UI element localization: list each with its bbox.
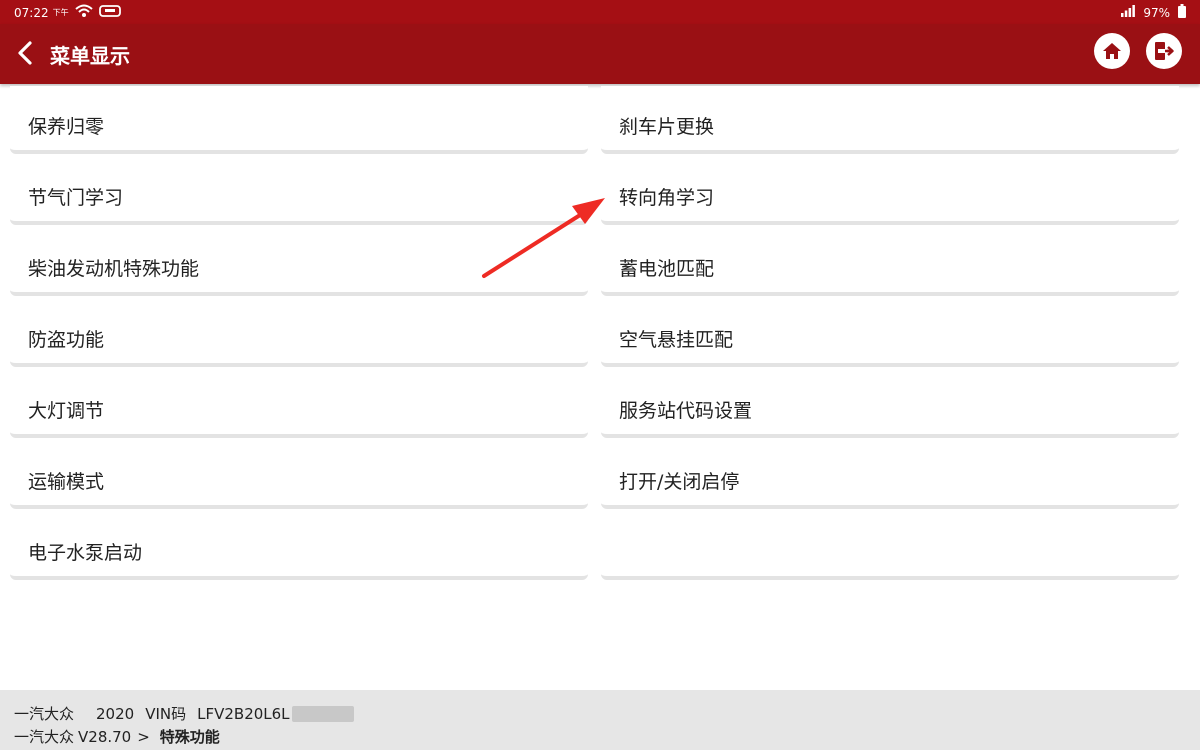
menu-item-air-suspension[interactable]: 空气悬挂匹配	[601, 299, 1179, 367]
menu-item-label: 防盗功能	[28, 329, 105, 351]
chevron-left-icon	[18, 41, 32, 65]
menu-item-label: 节气门学习	[28, 187, 124, 209]
breadcrumb-brand: 一汽大众	[14, 728, 75, 746]
breadcrumb-current: 特殊功能	[159, 728, 220, 746]
signal-icon	[1121, 5, 1136, 20]
home-button[interactable]	[1094, 33, 1130, 69]
menu-item-transport-mode[interactable]: 运输模式	[10, 441, 588, 509]
page-title: 菜单显示	[50, 44, 130, 68]
menu-item-brake-pad-replace[interactable]: 刹车片更换	[601, 86, 1179, 154]
breadcrumb-version: V28.70	[78, 727, 132, 746]
status-ampm: 下午	[52, 8, 69, 17]
battery-percent: 97%	[1143, 5, 1170, 20]
menu-item-label: 转向角学习	[619, 187, 715, 209]
menu-item-label: 柴油发动机特殊功能	[28, 258, 200, 280]
breadcrumb: 一汽大众 V28.70 > 特殊功能	[14, 726, 220, 747]
battery-icon	[1178, 4, 1186, 21]
menu-item-diesel-special[interactable]: 柴油发动机特殊功能	[10, 228, 588, 296]
menu-item-label: 运输模式	[28, 471, 105, 493]
vehicle-info-footer: 一汽大众 2020 VIN码 LFV2B20L6L 一汽大众 V28.70 > …	[0, 690, 1200, 750]
menu-item-label: 打开/关闭启停	[619, 471, 740, 493]
menu-item-service-station-code[interactable]: 服务站代码设置	[601, 370, 1179, 438]
menu-item-label: 蓄电池匹配	[619, 258, 715, 280]
menu-item-maintenance-reset[interactable]: 保养归零	[10, 86, 588, 154]
exit-icon	[1155, 42, 1174, 60]
footer-vin: LFV2B20L6L	[197, 704, 290, 723]
menu-item-label: 大灯调节	[28, 400, 105, 422]
menu-item-immobilizer[interactable]: 防盗功能	[10, 299, 588, 367]
menu-item-start-stop-toggle[interactable]: 打开/关闭启停	[601, 441, 1179, 509]
footer-year: 2020	[96, 704, 135, 723]
title-bar: 菜单显示	[0, 24, 1200, 84]
breadcrumb-separator: >	[137, 727, 150, 746]
footer-vin-label: VIN码	[145, 705, 187, 723]
footer-brand: 一汽大众	[14, 705, 75, 723]
wifi-icon	[74, 4, 93, 21]
menu-item-label: 电子水泵启动	[28, 542, 143, 564]
vin-redaction	[291, 705, 354, 722]
menu-item-water-pump-start[interactable]: 电子水泵启动	[10, 512, 588, 580]
back-button[interactable]	[10, 36, 40, 70]
menu-item-steering-angle-learning[interactable]: 转向角学习	[601, 157, 1179, 225]
usb-icon	[98, 4, 121, 21]
status-time: 07:22	[14, 5, 49, 20]
status-bar: 07:22 下午 97%	[0, 0, 1200, 24]
menu-item-label: 空气悬挂匹配	[619, 329, 734, 351]
home-icon	[1103, 43, 1121, 59]
menu-item-label: 刹车片更换	[619, 116, 715, 138]
menu-item-label: 服务站代码设置	[619, 400, 753, 422]
menu-item-battery-matching[interactable]: 蓄电池匹配	[601, 228, 1179, 296]
menu-item-headlight-adjust[interactable]: 大灯调节	[10, 370, 588, 438]
exit-button[interactable]	[1146, 33, 1182, 69]
menu-item-empty	[601, 512, 1179, 580]
menu-item-throttle-learning[interactable]: 节气门学习	[10, 157, 588, 225]
menu-item-label: 保养归零	[28, 116, 105, 138]
